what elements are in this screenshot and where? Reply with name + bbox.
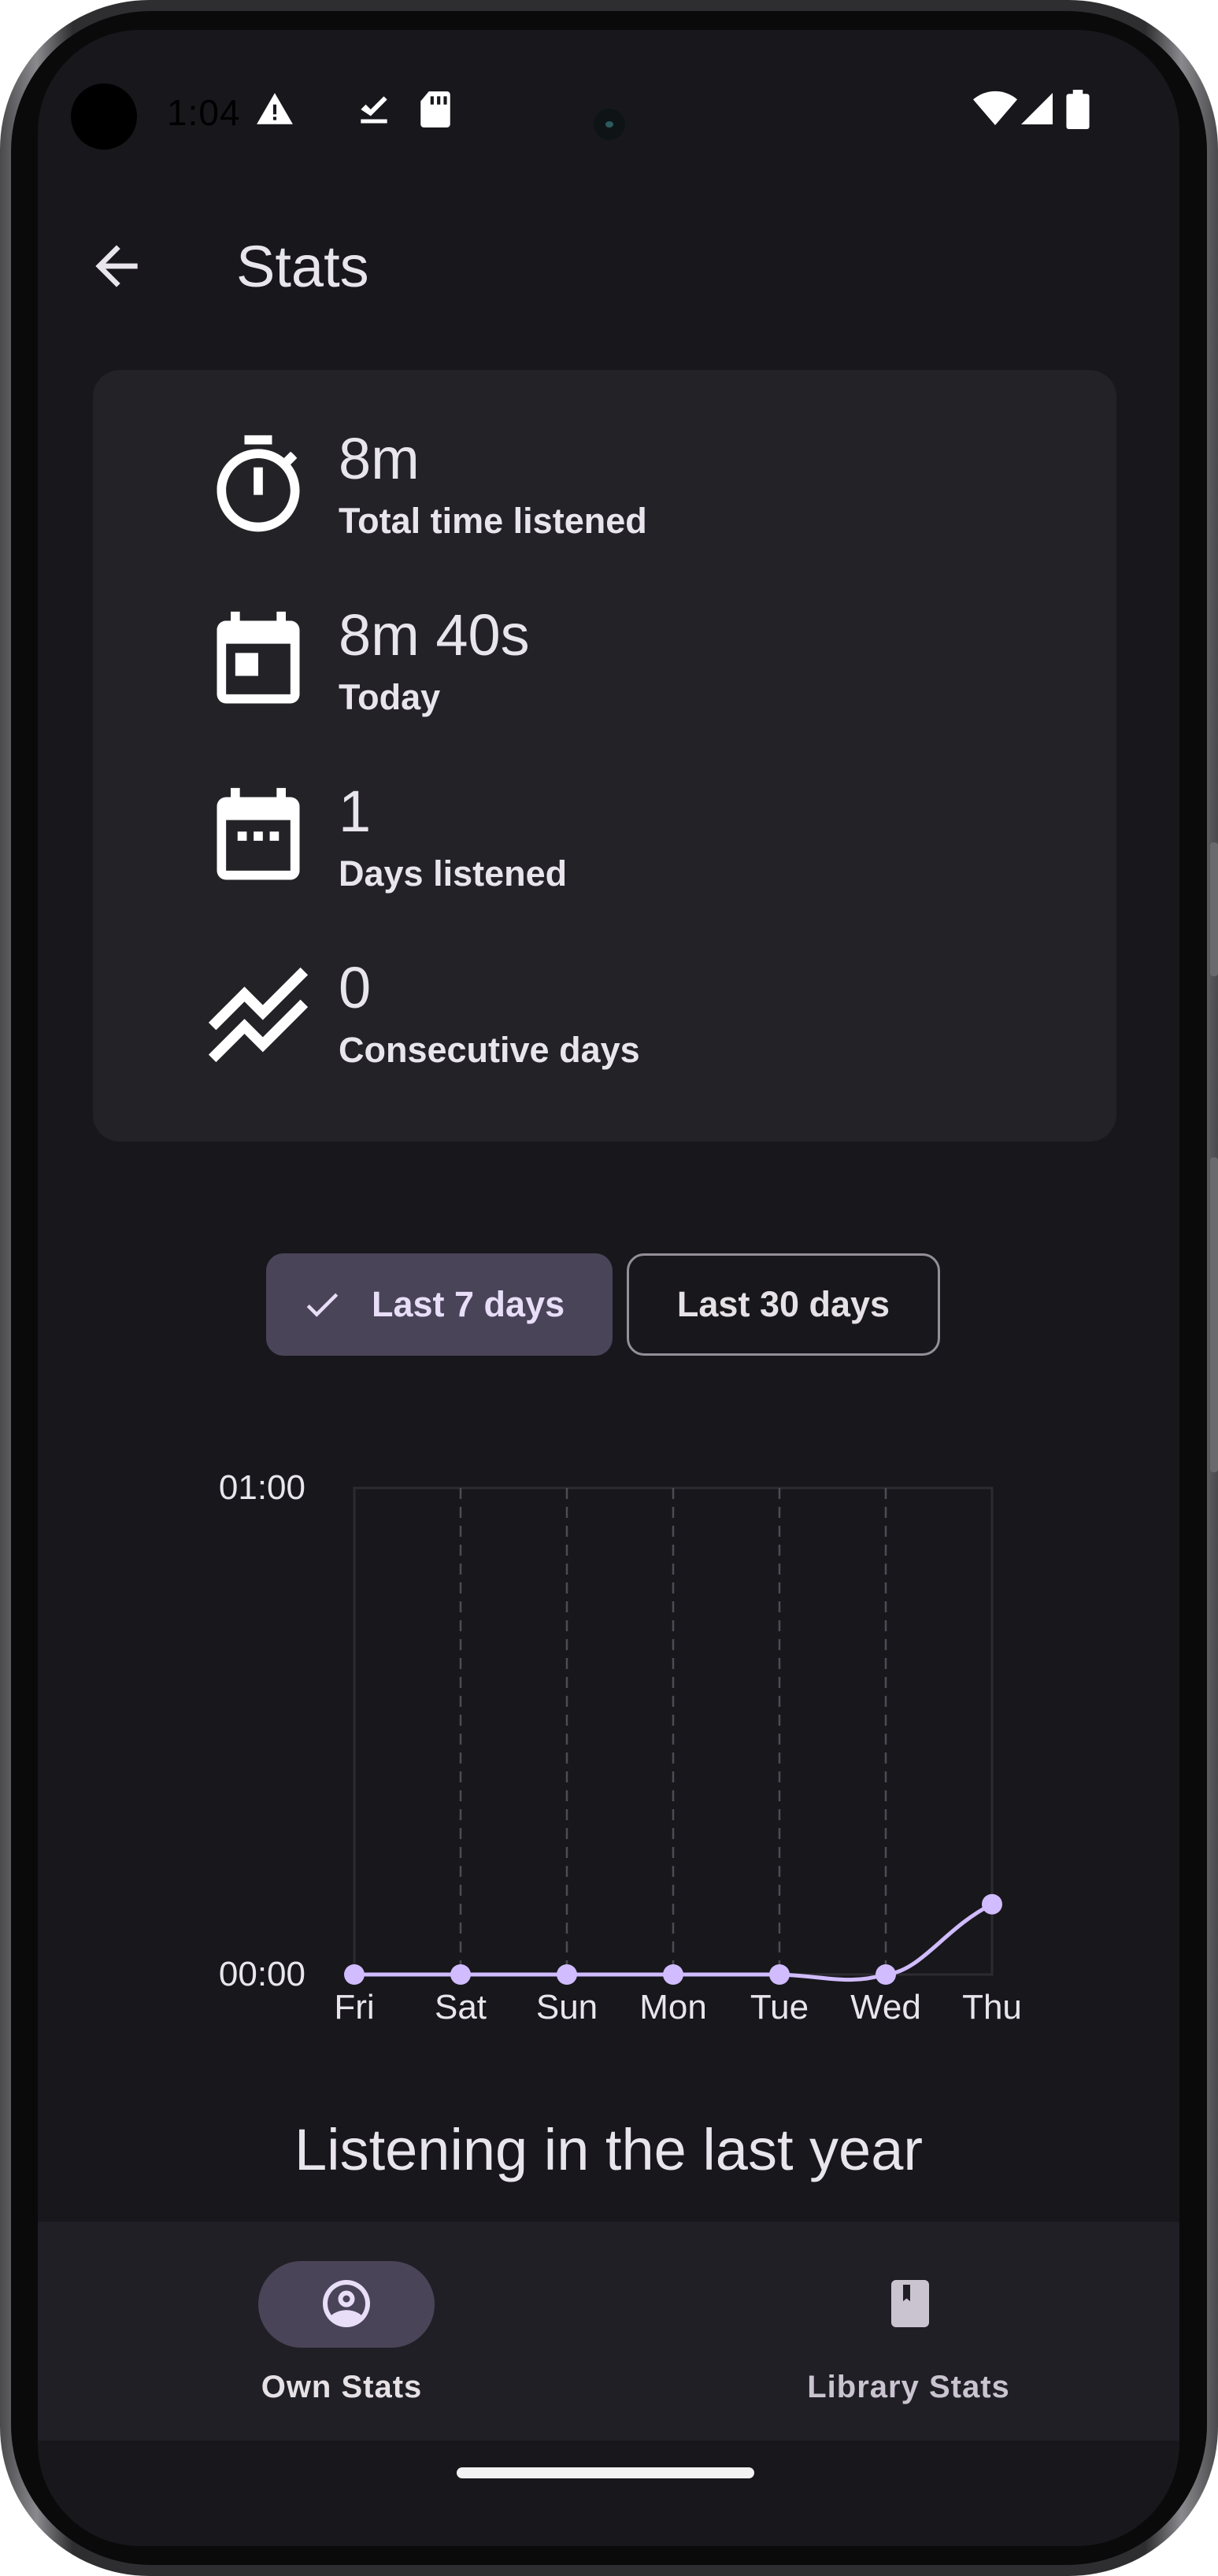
x-tick-label: Sun	[536, 1988, 598, 2026]
chart-data-point	[450, 1964, 471, 1985]
stat-label: Days listened	[339, 853, 568, 894]
stat-label: Total time listened	[339, 501, 647, 541]
stat-value: 1	[339, 779, 372, 844]
app-bar: Stats	[38, 211, 1179, 321]
arrow-back-icon[interactable]	[85, 235, 148, 298]
warning-icon	[257, 93, 293, 124]
power-button	[1210, 1157, 1218, 1472]
listening-chart: 01:00 00:00 Fri Sat Sun Mon Tue Wed Thu	[219, 1468, 1022, 2026]
chart-data-point	[344, 1964, 365, 1985]
calendar-today-icon	[217, 611, 300, 704]
cellular-signal-icon	[1021, 93, 1053, 124]
wifi-icon	[973, 91, 1017, 125]
y-tick-label: 00:00	[219, 1955, 305, 1993]
trending-icon	[208, 967, 309, 1063]
chip-label: Last 7 days	[372, 1284, 565, 1324]
stat-label: Today	[339, 677, 441, 717]
stat-value: 8m 40s	[339, 602, 530, 668]
chart-data-point	[769, 1964, 790, 1985]
x-tick-label: Thu	[962, 1988, 1022, 2026]
stat-total-time: 8m Total time listened	[203, 424, 990, 557]
nav-label: Library Stats	[807, 2370, 1010, 2404]
sd-card-icon	[420, 91, 450, 128]
phone-frame: 1:04 Stats 8m Total time listened 8m 40s…	[0, 0, 1218, 2576]
chart-data-point	[557, 1964, 577, 1985]
bottom-navigation: Own Stats Library Stats	[38, 2222, 1179, 2441]
calendar-days-icon	[217, 787, 300, 880]
stat-value: 0	[339, 955, 372, 1020]
screen: 1:04 Stats 8m Total time listened 8m 40s…	[38, 30, 1179, 2546]
battery-icon	[1066, 90, 1090, 129]
chart-plot-border	[353, 1486, 994, 1976]
account-circle-icon	[323, 2280, 370, 2327]
x-tick-label: Sat	[435, 1988, 487, 2026]
stat-today: 8m 40s Today	[203, 600, 990, 734]
nav-own-stats[interactable]: Own Stats	[184, 2222, 499, 2441]
chart-data-point	[876, 1964, 896, 1985]
y-tick-label: 01:00	[219, 1468, 305, 1507]
task-done-icon	[361, 96, 387, 124]
volume-button	[1210, 842, 1218, 976]
chip-last-30-days[interactable]: Last 30 days	[627, 1253, 940, 1356]
x-tick-label: Wed	[850, 1988, 921, 2026]
stat-days-listened: 1 Days listened	[203, 776, 990, 910]
chip-last-7-days[interactable]: Last 7 days	[266, 1253, 613, 1356]
timer-icon	[217, 435, 300, 532]
stat-value: 8m	[339, 426, 420, 491]
camera-cutout	[71, 83, 137, 150]
stat-label: Consecutive days	[339, 1030, 640, 1070]
x-tick-label: Fri	[334, 1988, 374, 2026]
nav-label: Own Stats	[261, 2370, 423, 2404]
x-tick-label: Tue	[750, 1988, 809, 2026]
library-book-icon	[891, 2280, 929, 2327]
front-sensor	[594, 109, 625, 140]
status-time: 1:04	[167, 92, 241, 133]
section-heading: Listening in the last year	[294, 2117, 924, 2182]
stats-card: 8m Total time listened 8m 40s Today 1 Da…	[93, 370, 1116, 1142]
gesture-handle[interactable]	[457, 2467, 754, 2478]
stat-consecutive-days: 0 Consecutive days	[203, 953, 990, 1086]
check-icon	[306, 1293, 339, 1317]
chart-data-point	[982, 1893, 1002, 1915]
chart-data-point	[663, 1964, 683, 1985]
chip-label: Last 30 days	[676, 1284, 890, 1324]
page-title: Stats	[236, 234, 369, 299]
nav-library-stats[interactable]: Library Stats	[751, 2222, 1066, 2441]
x-tick-label: Mon	[639, 1988, 707, 2026]
